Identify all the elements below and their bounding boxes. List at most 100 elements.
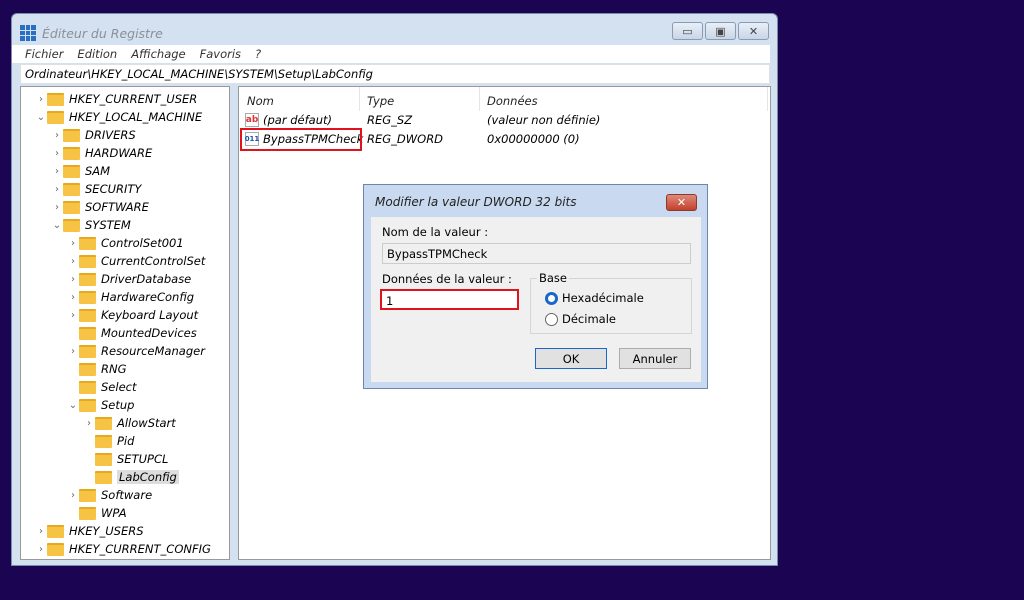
- ok-button[interactable]: OK: [535, 348, 607, 369]
- tree-item[interactable]: › HardwareConfig: [67, 288, 194, 306]
- folder-icon: [63, 164, 80, 178]
- base-group: Base Hexadécimale Décimale: [530, 271, 692, 334]
- tree-item[interactable]: › HARDWARE: [51, 144, 152, 162]
- tree-item[interactable]: › Software: [67, 486, 152, 504]
- folder-icon: [47, 542, 64, 556]
- tree-item[interactable]: › HKEY_USERS: [35, 522, 144, 540]
- tree-item[interactable]: RNG: [67, 360, 127, 378]
- folder-icon: [79, 272, 96, 286]
- tree-item[interactable]: MountedDevices: [67, 324, 197, 342]
- tree-item-label: SYSTEM: [85, 218, 131, 232]
- tree-item-label: Software: [101, 488, 153, 502]
- chevron-right-icon[interactable]: ›: [67, 310, 79, 321]
- folder-icon: [63, 146, 80, 160]
- chevron-right-icon[interactable]: ›: [51, 202, 63, 213]
- tree-item[interactable]: › AllowStart: [83, 414, 176, 432]
- value-row[interactable]: ab (par défaut) REG_SZ (valeur non défin…: [243, 111, 763, 129]
- tree-item-label: SOFTWARE: [85, 200, 149, 214]
- tree-item[interactable]: ⌄ SYSTEM: [51, 216, 131, 234]
- tree-item-label: Pid: [117, 434, 135, 448]
- chevron-down-icon[interactable]: ⌄: [67, 400, 79, 411]
- regedit-app-icon: [20, 25, 36, 41]
- tree-item[interactable]: ⌄ Setup: [67, 396, 135, 414]
- tree-item-label: CurrentControlSet: [101, 254, 206, 268]
- chevron-right-icon[interactable]: ›: [35, 526, 47, 537]
- folder-icon: [79, 506, 96, 520]
- chevron-right-icon[interactable]: ›: [67, 292, 79, 303]
- tree-item[interactable]: › CurrentControlSet: [67, 252, 205, 270]
- chevron-right-icon[interactable]: ›: [35, 94, 47, 105]
- tree-item-label: RNG: [101, 362, 127, 376]
- decimal-label: Décimale: [562, 312, 616, 326]
- tree-item[interactable]: › Keyboard Layout: [67, 306, 198, 324]
- cancel-button[interactable]: Annuler: [619, 348, 691, 369]
- value-data: (valeur non définie): [487, 113, 601, 127]
- chevron-down-icon[interactable]: ⌄: [35, 112, 47, 123]
- menu-favoris[interactable]: Favoris: [200, 47, 241, 61]
- folder-icon: [79, 308, 96, 322]
- tree-item[interactable]: WPA: [67, 504, 127, 522]
- hex-radio[interactable]: Hexadécimale: [545, 291, 644, 305]
- chevron-right-icon[interactable]: ›: [67, 274, 79, 285]
- tree-item[interactable]: › DRIVERS: [51, 126, 136, 144]
- folder-icon: [63, 218, 80, 232]
- folder-icon: [63, 128, 80, 142]
- address-bar[interactable]: Ordinateur\HKEY_LOCAL_MACHINE\SYSTEM\Set…: [20, 64, 770, 84]
- tree-item[interactable]: › SAM: [51, 162, 110, 180]
- chevron-right-icon[interactable]: ›: [35, 544, 47, 555]
- tree-item-label: HKEY_LOCAL_MACHINE: [69, 110, 203, 124]
- tree-item-label: HKEY_USERS: [69, 524, 144, 538]
- tree-item[interactable]: › SECURITY: [51, 180, 141, 198]
- tree-item-label: SAM: [85, 164, 111, 178]
- chevron-down-icon[interactable]: ⌄: [51, 220, 63, 231]
- tree-item[interactable]: › DriverDatabase: [67, 270, 191, 288]
- tree-item[interactable]: › HKEY_CURRENT_CONFIG: [35, 540, 211, 558]
- tree-item-label: Select: [101, 380, 137, 394]
- menu-edition[interactable]: Edition: [77, 47, 117, 61]
- maximize-button[interactable]: ▣: [705, 22, 736, 40]
- folder-icon: [79, 344, 96, 358]
- chevron-right-icon[interactable]: ›: [51, 130, 63, 141]
- tree-item[interactable]: ⌄ HKEY_LOCAL_MACHINE: [35, 108, 202, 126]
- tree-item-label: ResourceManager: [101, 344, 205, 358]
- folder-icon: [47, 92, 64, 106]
- chevron-right-icon[interactable]: ›: [51, 148, 63, 159]
- minimize-button[interactable]: ▭: [672, 22, 703, 40]
- menu-fichier[interactable]: Fichier: [25, 47, 63, 61]
- dialog-close-button[interactable]: ✕: [666, 194, 697, 211]
- tree-item-label: MountedDevices: [101, 326, 197, 340]
- tree-item[interactable]: LabConfig: [83, 468, 179, 486]
- value-name-field: BypassTPMCheck: [382, 243, 691, 264]
- tree-item[interactable]: Pid: [83, 432, 134, 450]
- chevron-right-icon[interactable]: ›: [67, 346, 79, 357]
- menu-affichage[interactable]: Affichage: [131, 47, 185, 61]
- column-header-type[interactable]: Type: [367, 91, 394, 111]
- tree-item-label: ControlSet001: [101, 236, 184, 250]
- chevron-right-icon[interactable]: ›: [51, 166, 63, 177]
- column-header-name[interactable]: Nom: [247, 91, 274, 111]
- folder-icon: [95, 470, 112, 484]
- edit-dword-dialog: Modifier la valeur DWORD 32 bits ✕ Nom d…: [363, 184, 708, 389]
- chevron-right-icon[interactable]: ›: [67, 490, 79, 501]
- chevron-right-icon[interactable]: ›: [83, 418, 95, 429]
- tree-item[interactable]: › HKEY_CURRENT_USER: [35, 90, 197, 108]
- tree-item[interactable]: › ResourceManager: [67, 342, 205, 360]
- string-value-icon: ab: [245, 113, 259, 127]
- column-header-data[interactable]: Données: [487, 91, 538, 111]
- menu-help[interactable]: ?: [255, 47, 261, 61]
- base-label: Base: [537, 271, 570, 285]
- tree-item[interactable]: › SOFTWARE: [51, 198, 149, 216]
- chevron-right-icon[interactable]: ›: [51, 184, 63, 195]
- tree-item[interactable]: › ControlSet001: [67, 234, 184, 252]
- folder-icon: [95, 452, 112, 466]
- title-bar: Éditeur du Registre: [20, 23, 163, 43]
- chevron-right-icon[interactable]: ›: [67, 256, 79, 267]
- decimal-radio[interactable]: Décimale: [545, 312, 616, 326]
- folder-icon: [63, 200, 80, 214]
- tree-item[interactable]: SETUPCL: [83, 450, 168, 468]
- tree-item[interactable]: Select: [67, 378, 136, 396]
- close-button[interactable]: ✕: [738, 22, 769, 40]
- value-data-input[interactable]: 1: [380, 289, 519, 310]
- folder-icon: [79, 326, 96, 340]
- chevron-right-icon[interactable]: ›: [67, 238, 79, 249]
